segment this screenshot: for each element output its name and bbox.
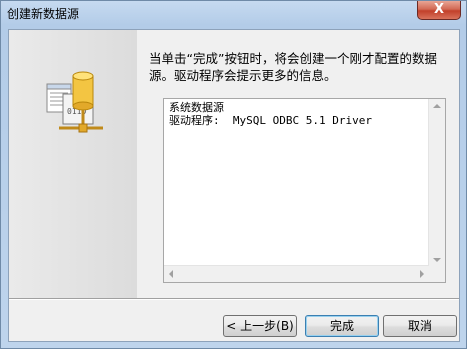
horizontal-scrollbar[interactable] bbox=[164, 265, 429, 282]
info-message: 当单击“完成”按钮时，将会创建一个刚才配置的数据源。驱动程序会提示更多的信息。 bbox=[149, 51, 437, 83]
summary-listbox[interactable]: 系统数据源 驱动程序: MySQL ODBC 5.1 Driver bbox=[163, 98, 446, 283]
close-icon: X bbox=[433, 2, 445, 17]
scroll-left-arrow-icon[interactable] bbox=[169, 270, 173, 278]
back-button[interactable]: < 上一步(B) bbox=[223, 315, 297, 337]
summary-text: 系统数据源 驱动程序: MySQL ODBC 5.1 Driver bbox=[169, 101, 372, 127]
side-panel: 0110 bbox=[9, 30, 137, 298]
scroll-down-arrow-icon[interactable] bbox=[433, 258, 441, 262]
scroll-up-arrow-icon[interactable] bbox=[433, 104, 441, 108]
dialog-window: 创建新数据源 X 0110 当单击“完成”按钮时，将会创建一个刚才配置的数据源。… bbox=[0, 0, 467, 349]
divider bbox=[9, 298, 459, 300]
vertical-scrollbar[interactable] bbox=[428, 99, 445, 267]
scroll-right-arrow-icon[interactable] bbox=[420, 270, 424, 278]
scroll-corner bbox=[429, 266, 445, 282]
datasource-icon: 0110 bbox=[46, 71, 103, 133]
finish-button[interactable]: 完成 bbox=[305, 315, 379, 337]
list-line: 驱动程序: MySQL ODBC 5.1 Driver bbox=[169, 114, 372, 127]
list-line: 系统数据源 bbox=[169, 101, 224, 114]
close-button[interactable]: X bbox=[417, 1, 461, 20]
dialog-client-area: 0110 当单击“完成”按钮时，将会创建一个刚才配置的数据源。驱动程序会提示更多… bbox=[8, 29, 460, 342]
title-bar[interactable]: 创建新数据源 X bbox=[1, 1, 466, 27]
window-title: 创建新数据源 bbox=[7, 7, 80, 21]
cancel-button[interactable]: 取消 bbox=[383, 315, 457, 337]
